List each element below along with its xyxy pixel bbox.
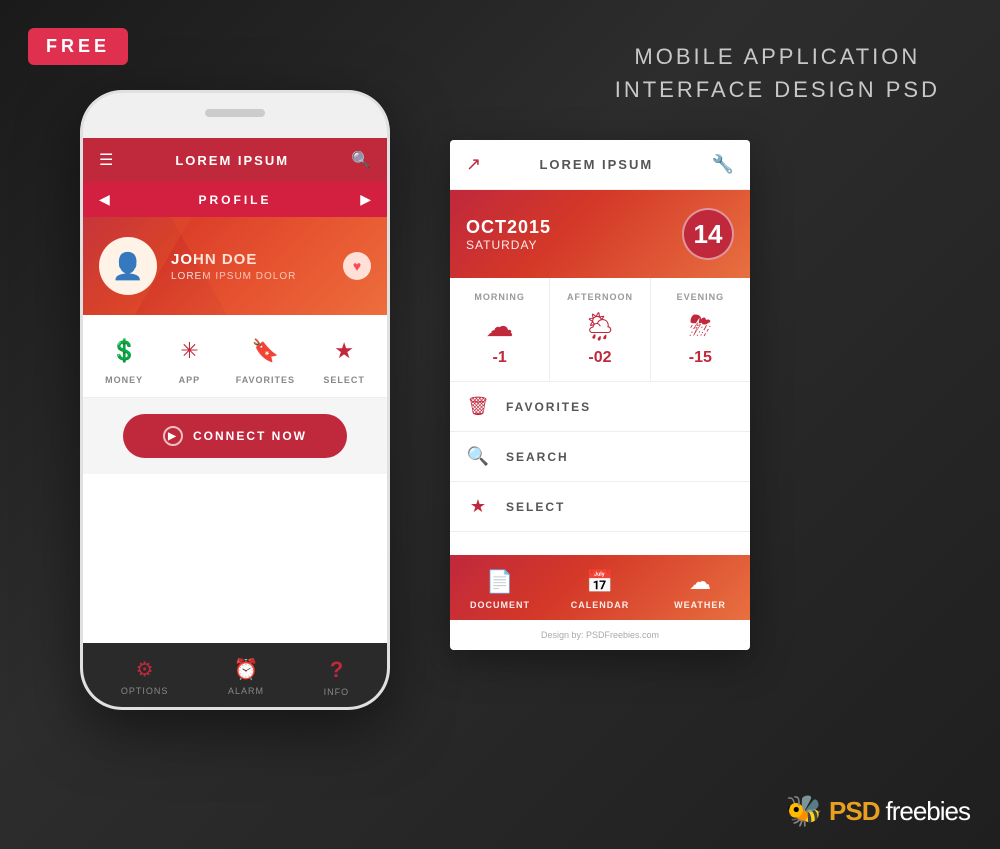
wrench-icon[interactable]: 🔧	[712, 154, 734, 175]
menu-label-money: MONEY	[105, 375, 143, 385]
footer-text: Design by: PSDFreebies.com	[541, 630, 659, 640]
app-icon: ✳	[171, 333, 207, 369]
flat-menu-label-favorites: FAVORITES	[506, 400, 591, 414]
bottom-label-options: OPTIONS	[121, 686, 169, 696]
flat-bottom-tabs: 📄 DOCUMENT 📅 CALENDAR ☁ WEATHER	[450, 555, 750, 620]
weather-evening: EVENING ⛈ -15	[651, 278, 750, 381]
menu-label-select: SELECT	[323, 375, 365, 385]
bottom-item-alarm[interactable]: ⏰ ALARM	[228, 657, 264, 697]
phone-bottom-nav: ⚙ OPTIONS ⏰ ALARM ? INFO	[83, 643, 387, 707]
menu-item-favorites[interactable]: 🔖 FAVORITES	[236, 333, 295, 385]
favorites-list-icon: 🗑	[466, 396, 490, 417]
phone-nav: ◀ PROFILE ▶	[83, 182, 387, 217]
weather-morning: MORNING ☁ -1	[450, 278, 550, 381]
phone-menu: 💲 MONEY ✳ APP 🔖 FAVORITES ★ SELECT	[83, 315, 387, 398]
flat-header-title: LOREM IPSUM	[539, 157, 653, 172]
flat-date-day: SATURDAY	[466, 238, 551, 252]
flat-screen: ↗ LOREM IPSUM 🔧 OCT2015 SATURDAY 14 MORN…	[450, 140, 750, 650]
flat-date-section: OCT2015 SATURDAY 14	[450, 190, 750, 278]
menu-label-favorites: FAVORITES	[236, 375, 295, 385]
weather-morning-label: MORNING	[474, 292, 525, 302]
flat-menu-label-select: SELECT	[506, 500, 565, 514]
psd-text: PSD	[829, 796, 879, 827]
menu-label-app: APP	[179, 375, 201, 385]
bottom-item-options[interactable]: ⚙ OPTIONS	[121, 657, 169, 697]
weather-afternoon: AFTERNOON 🌦 -02	[550, 278, 650, 381]
menu-item-select[interactable]: ★ SELECT	[323, 333, 365, 385]
phone-screen: ☰ LOREM IPSUM 🔍 ◀ PROFILE ▶ 👤 JOHN DOE L…	[83, 138, 387, 707]
flat-menu-select[interactable]: ★ SELECT	[450, 482, 750, 532]
favorites-icon: 🔖	[247, 333, 283, 369]
weather-evening-icon: ⛈	[689, 310, 711, 343]
play-icon: ▶	[163, 426, 183, 446]
bee-icon: 🐝	[786, 794, 823, 829]
next-icon[interactable]: ▶	[360, 191, 371, 208]
tab-document-label: DOCUMENT	[470, 600, 530, 610]
weather-evening-temp: -15	[689, 349, 712, 367]
menu-item-app[interactable]: ✳ APP	[171, 333, 207, 385]
phone-mockup: ☰ LOREM IPSUM 🔍 ◀ PROFILE ▶ 👤 JOHN DOE L…	[80, 90, 390, 710]
weather-afternoon-temp: -02	[588, 349, 611, 367]
select-icon: ★	[326, 333, 362, 369]
free-badge: FREE	[28, 28, 128, 65]
hamburger-icon[interactable]: ☰	[99, 150, 113, 170]
menu-item-money[interactable]: 💲 MONEY	[105, 333, 143, 385]
flat-date-number: 14	[682, 208, 734, 260]
tab-document[interactable]: 📄 DOCUMENT	[450, 555, 550, 620]
connect-btn-label: CONNECT NOW	[193, 429, 307, 443]
share-icon[interactable]: ↗	[466, 154, 481, 175]
weather-afternoon-icon: 🌦	[582, 310, 618, 343]
search-icon[interactable]: 🔍	[351, 150, 371, 170]
flat-date-month: OCT2015	[466, 217, 551, 238]
bottom-label-alarm: ALARM	[228, 686, 264, 696]
alarm-icon: ⏰	[234, 657, 259, 682]
weather-evening-label: EVENING	[677, 292, 725, 302]
search-list-icon: 🔍	[466, 446, 490, 467]
info-icon: ?	[330, 657, 343, 683]
phone-speaker	[205, 109, 265, 117]
page-title: MOBILE APPLICATION INTERFACE DESIGN PSD	[615, 40, 940, 106]
flat-date-text: OCT2015 SATURDAY	[466, 217, 551, 252]
phone-nav-title: PROFILE	[198, 193, 271, 207]
flat-footer: Design by: PSDFreebies.com	[450, 620, 750, 650]
psdfreebies-logo: 🐝 PSD freebies	[786, 794, 970, 829]
select-list-icon: ★	[466, 496, 490, 517]
weather-morning-temp: -1	[493, 349, 507, 367]
flat-header: ↗ LOREM IPSUM 🔧	[450, 140, 750, 190]
bottom-item-info[interactable]: ? INFO	[324, 657, 350, 697]
flat-menu-label-search: SEARCH	[506, 450, 569, 464]
flat-menu-favorites[interactable]: 🗑 FAVORITES	[450, 382, 750, 432]
tab-calendar-label: CALENDAR	[571, 600, 630, 610]
connect-button[interactable]: ▶ CONNECT NOW	[123, 414, 347, 458]
document-icon: 📄	[486, 569, 513, 595]
tab-weather[interactable]: ☁ WEATHER	[650, 555, 750, 620]
phone-header-title: LOREM IPSUM	[175, 153, 289, 168]
phone-connect-section: ▶ CONNECT NOW	[83, 398, 387, 474]
polygon-bg	[83, 217, 387, 315]
flat-menu-search[interactable]: 🔍 SEARCH	[450, 432, 750, 482]
tab-weather-label: WEATHER	[674, 600, 726, 610]
weather-morning-icon: ☁	[486, 310, 514, 343]
tab-calendar[interactable]: 📅 CALENDAR	[550, 555, 650, 620]
freebies-text: freebies	[886, 796, 971, 827]
weather-tab-icon: ☁	[689, 569, 711, 595]
calendar-icon: 📅	[586, 569, 613, 595]
flat-weather-section: MORNING ☁ -1 AFTERNOON 🌦 -02 EVENING ⛈ -…	[450, 278, 750, 382]
options-icon: ⚙	[136, 657, 154, 682]
phone-profile-section: 👤 JOHN DOE LOREM IPSUM DOLOR ♥	[83, 217, 387, 315]
weather-afternoon-label: AFTERNOON	[567, 292, 633, 302]
money-icon: 💲	[106, 333, 142, 369]
phone-header: ☰ LOREM IPSUM 🔍	[83, 138, 387, 182]
prev-icon[interactable]: ◀	[99, 191, 110, 208]
bottom-label-info: INFO	[324, 687, 350, 697]
